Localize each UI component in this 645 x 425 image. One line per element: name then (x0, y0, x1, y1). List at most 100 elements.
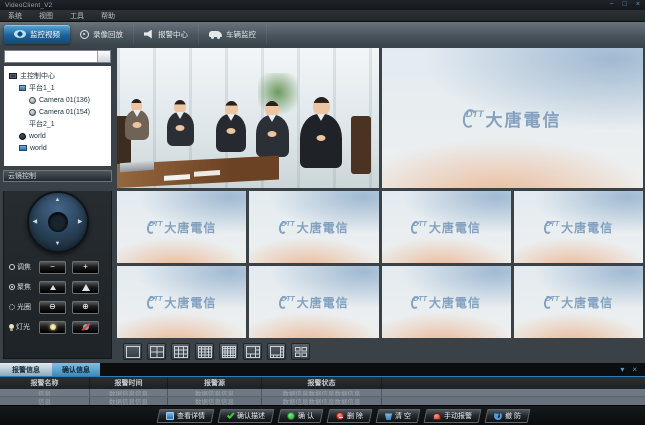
layout-4-split-button[interactable] (147, 343, 166, 360)
manual-alarm-button[interactable]: 手动报警 (423, 409, 481, 423)
pan-left-arrow-icon[interactable]: ◀ (33, 219, 38, 225)
person-figure (300, 97, 342, 168)
alarm-table-row[interactable]: 信息 数据信息信息 数据信息信息 数据信息数据信息数据信息 (0, 397, 645, 405)
alarm-table-row[interactable]: 信息 数据信息信息 数据信息信息 数据信息数据信息数据信息 (0, 389, 645, 397)
action-bar: 查看详情 确认描述 确 认 删 除 清 空 手动报警 撤 防 (0, 405, 645, 425)
iris-open-button[interactable]: ⊕ (72, 301, 99, 314)
column-alarm-time[interactable]: 报警时间 (90, 377, 168, 389)
ptz-panel: ▲ ▼ ◀ ▶ 调焦 − + 聚焦 光圈 (3, 191, 112, 359)
light-on-button[interactable] (39, 321, 66, 334)
column-alarm-source[interactable]: 报警源 (168, 377, 262, 389)
layout-25-split-button[interactable] (219, 343, 238, 360)
tab-confirm-info[interactable]: 确认信息 (52, 363, 100, 376)
layout-8-split-button[interactable] (267, 343, 286, 360)
zoom-in-button[interactable]: + (72, 261, 99, 274)
tree-item-label: Camera 01(136) (39, 97, 90, 104)
video-tile-live-camera[interactable] (117, 48, 379, 188)
watermark-logo: DTT 大唐電信 (382, 266, 511, 338)
collapse-panel-icon[interactable]: ▾ (620, 365, 624, 374)
confirm-icon (287, 412, 295, 420)
cell-alarm-status: 数据信息数据信息数据信息 (262, 389, 382, 396)
layout-16-split-button[interactable] (195, 343, 214, 360)
mountain-small-icon (50, 285, 56, 290)
column-alarm-status[interactable]: 报警状态 (262, 377, 382, 389)
tab-monitor-video[interactable]: 监控视频 (4, 25, 70, 44)
tree-item-camera-136[interactable]: Camera 01(136) (7, 94, 111, 106)
ptz-zoom-row: 调焦 − + (9, 260, 106, 274)
cell-alarm-time: 数据信息信息 (90, 397, 168, 405)
focus-icon (9, 284, 15, 290)
confirm-description-button[interactable]: 确认描述 (218, 409, 275, 423)
video-tile-idle[interactable]: DTT 大唐電信 (382, 266, 511, 338)
maximize-button[interactable]: □ (623, 1, 627, 9)
pan-up-arrow-icon[interactable]: ▲ (55, 197, 61, 203)
alarm-table-header: 报警名称 报警时间 报警源 报警状态 (0, 377, 645, 389)
tree-item-control-center[interactable]: 主控制中心 (7, 70, 111, 82)
crescent-icon (542, 220, 554, 235)
video-tile-idle[interactable]: DTT 大唐電信 (514, 191, 643, 263)
tab-playback-label: 录像回放 (93, 29, 123, 40)
iris-close-button[interactable]: ⊖ (39, 301, 66, 314)
watermark-logo: DTT 大唐電信 (249, 191, 378, 263)
pan-down-arrow-icon[interactable]: ▼ (55, 241, 61, 247)
tree-item-platform2[interactable]: 平台2_1 (7, 118, 111, 130)
focus-near-button[interactable] (39, 281, 66, 294)
tree-item-camera-154[interactable]: Camera 01(154) (7, 106, 111, 118)
video-tile-idle[interactable]: DTT 大唐電信 (249, 191, 378, 263)
disarm-button[interactable]: 撤 防 (484, 409, 530, 423)
tab-alarm-center[interactable]: 报警中心 (134, 25, 199, 44)
menu-bar: 系统 视图 工具 帮助 (0, 10, 645, 22)
bulb-off-icon (83, 324, 89, 330)
cell-alarm-name: 信息 (0, 389, 90, 396)
film-icon (80, 30, 89, 39)
tab-vehicle-monitor-label: 车辆监控 (226, 29, 256, 40)
video-tile-idle[interactable]: DTT 大唐電信 (382, 48, 644, 188)
confirm-button[interactable]: 确 认 (278, 409, 324, 423)
minimize-button[interactable]: − (610, 1, 614, 9)
layout-6-split-button[interactable] (243, 343, 262, 360)
video-tile-idle[interactable]: DTT 大唐電信 (382, 191, 511, 263)
light-bulb-icon (9, 324, 14, 329)
layout-9-split-button[interactable] (171, 343, 190, 360)
title-bar: VideoClient_V2 − □ × (0, 0, 645, 10)
mountain-large-icon (82, 284, 90, 291)
close-panel-icon[interactable]: × (632, 365, 637, 374)
video-tile-idle[interactable]: DTT 大唐電信 (117, 266, 246, 338)
video-tile-idle[interactable]: DTT 大唐電信 (117, 191, 246, 263)
video-tile-idle[interactable]: DTT 大唐電信 (249, 266, 378, 338)
delete-button[interactable]: 删 除 (326, 409, 372, 423)
layout-1-split-button[interactable] (123, 343, 142, 360)
monitor-icon (19, 145, 27, 151)
device-combo[interactable] (4, 50, 111, 63)
combo-dropdown-button[interactable] (97, 51, 110, 62)
camera-icon (29, 109, 36, 116)
ptz-dpad[interactable]: ▲ ▼ ◀ ▶ (27, 191, 89, 253)
menu-item-help[interactable]: 帮助 (101, 11, 115, 21)
tree-item-label: 平台1_1 (29, 83, 55, 93)
clear-icon (385, 412, 392, 420)
cell-alarm-source: 数据信息信息 (168, 397, 262, 405)
layout-10-split-button[interactable] (291, 343, 310, 360)
tab-vehicle-monitor[interactable]: 车辆监控 (199, 25, 267, 44)
alarm-panel-tabs: 报警信息 确认信息 ▾ × (0, 363, 645, 377)
zoom-out-button[interactable]: − (39, 261, 66, 274)
tab-playback[interactable]: 录像回放 (70, 25, 134, 44)
menu-item-system[interactable]: 系统 (8, 11, 22, 21)
pan-right-arrow-icon[interactable]: ▶ (78, 219, 83, 225)
menu-item-tools[interactable]: 工具 (70, 11, 84, 21)
tree-item-platform1[interactable]: 平台1_1 (7, 82, 111, 94)
watermark-logo: DTT 大唐電信 (382, 191, 511, 263)
close-button[interactable]: × (636, 1, 640, 9)
focus-far-button[interactable] (72, 281, 99, 294)
menu-item-view[interactable]: 视图 (39, 11, 53, 21)
tab-alarm-info[interactable]: 报警信息 (0, 363, 52, 376)
tree-item-world-1[interactable]: world (7, 130, 111, 142)
clear-button[interactable]: 清 空 (375, 409, 420, 423)
column-alarm-name[interactable]: 报警名称 (0, 377, 90, 389)
ptz-panel-header[interactable]: 云镜控制 (3, 170, 112, 182)
light-off-button[interactable] (72, 321, 99, 334)
view-details-button[interactable]: 查看详情 (157, 409, 215, 423)
video-tile-idle[interactable]: DTT 大唐電信 (514, 266, 643, 338)
zoom-row-label: 调焦 (9, 262, 39, 272)
tree-item-world-2[interactable]: world (7, 142, 111, 154)
